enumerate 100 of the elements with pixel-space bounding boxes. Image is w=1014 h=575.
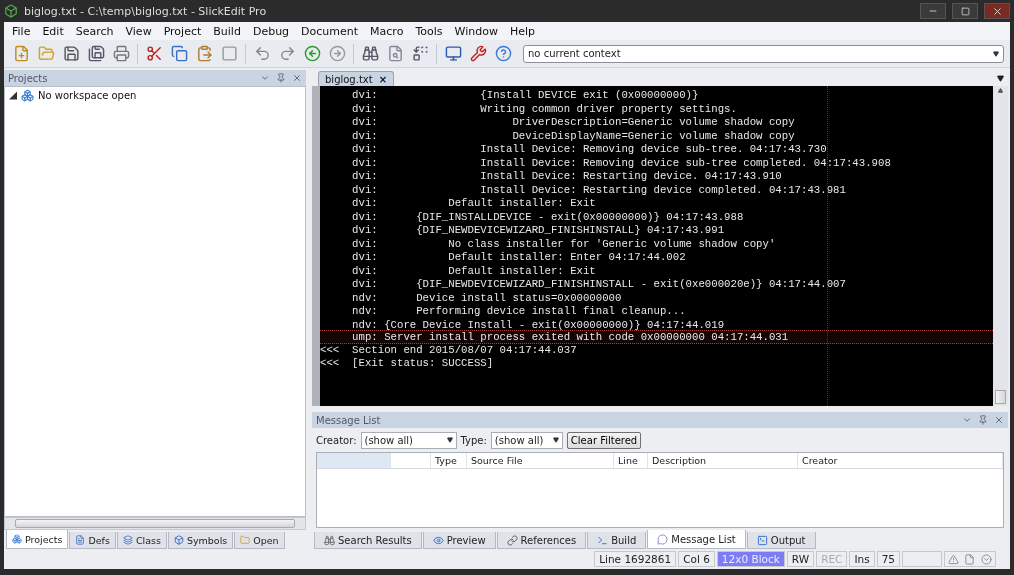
code-line: dvi: Default installer: Enter 04:17:44.002 (351, 250, 687, 264)
menu-item[interactable]: Document (295, 24, 365, 38)
dropdown-icon[interactable] (260, 73, 270, 83)
code-line: <<< Section end 2015/08/07 04:17:44.037 (320, 342, 578, 356)
panel-tab[interactable]: Class (116, 532, 167, 549)
filter-dropdown[interactable]: (show all) (360, 431, 457, 449)
caret-icon[interactable] (552, 437, 559, 443)
menu-item[interactable]: File (6, 24, 37, 38)
status-field: Ins (849, 551, 875, 567)
scroll-thumb[interactable] (995, 390, 1006, 404)
close-icon (991, 5, 1003, 17)
console-icon (756, 534, 768, 546)
find-in-files-icon (386, 45, 404, 62)
vertical-scrollbar[interactable] (993, 86, 1008, 406)
layers-icon (122, 535, 133, 545)
close-icon[interactable] (292, 73, 302, 83)
code-line: ndv: Device install status=0x00000000 (351, 290, 623, 304)
code-line: dvi: No class installer for 'Generic volume shadow copy' (351, 236, 777, 250)
tree-item[interactable]: No workspace open (38, 90, 137, 101)
menu-item[interactable]: Debug (246, 24, 296, 38)
scissors-icon (145, 45, 163, 62)
document-icon[interactable] (964, 553, 976, 565)
menu-item[interactable]: Help (503, 24, 541, 38)
binoculars-icon (361, 45, 379, 62)
code-line: ndv: Performing device install final cleanup... (351, 304, 687, 318)
eye-icon (432, 534, 444, 546)
window-title: biglog.txt - C:\temp\biglog.txt - SlickEdit Pro (24, 4, 268, 18)
menu-item[interactable]: Window (448, 24, 504, 38)
code-line: ndv: {Core Device Install - exit(0x00000000)} 04:17:44.019 (351, 317, 726, 331)
panel-tab[interactable]: Preview (422, 532, 496, 549)
panel-tab[interactable]: References (496, 532, 587, 549)
code-line: dvi: Install Device: Removing device sub-tree completed. 04:17:43.908 (351, 155, 892, 169)
status-field: 12x0 Block (716, 551, 785, 567)
panel-tab[interactable]: Defs (69, 532, 116, 549)
dropdown-icon[interactable] (981, 553, 993, 565)
redo-icon (278, 45, 296, 62)
code-line: dvi: {DIF_INSTALLDEVICE - exit(0x00000000)} 04:17:43.988 (351, 209, 745, 223)
menu-item[interactable]: Project (157, 24, 208, 38)
panel-tab[interactable]: Open (234, 532, 285, 549)
panel-tab[interactable]: Build (587, 532, 647, 549)
status-field: 75 (876, 551, 900, 567)
boxes-icon (12, 534, 22, 544)
filter-label: Creator: (316, 434, 357, 446)
maximize-button[interactable] (952, 3, 978, 19)
monitor-icon (444, 45, 462, 62)
code-line: dvi: {Install DEVICE exit (0x00000000)} (351, 88, 700, 102)
wrench-icon (469, 45, 487, 62)
code-line: dvi: {DIF_NEWDEVICEWIZARD_FINISHINSTALL - exit(0xe000020e)} 04:17:44.007 (351, 277, 847, 291)
menu-item[interactable]: Build (207, 24, 247, 38)
expand-icon[interactable] (9, 91, 17, 100)
panel-tab[interactable]: Output (746, 532, 816, 549)
pin-icon[interactable] (276, 73, 286, 83)
clear-filtered-button[interactable]: Clear Filtered (566, 431, 642, 449)
status-field (902, 551, 942, 567)
caret-icon[interactable] (446, 437, 453, 443)
panel-tab[interactable]: Projects (6, 530, 69, 549)
minimize-button[interactable] (920, 3, 946, 19)
terminal-icon (597, 534, 609, 546)
code-line: dvi: Install Device: Restarting device completed. 04:17:43.981 (351, 182, 847, 196)
help-icon (494, 45, 512, 62)
link-icon (506, 534, 518, 546)
code-line: dvi: DeviceDisplayName=Generic volume shadow copy (351, 128, 796, 142)
filter-dropdown[interactable]: (show all) (490, 431, 563, 449)
close-button[interactable] (984, 3, 1010, 19)
panel-tab[interactable]: Symbols (167, 532, 234, 549)
selection-icon (220, 45, 238, 62)
context-dropdown[interactable]: no current context (523, 44, 1004, 63)
menu-item[interactable]: Edit (36, 24, 70, 38)
folder-icon (240, 535, 251, 545)
code-line: dvi: Writing common driver property settings. (351, 101, 738, 115)
status-field: Line 1692861 (594, 551, 677, 567)
status-field: RW (786, 551, 815, 567)
cube-icon (173, 535, 184, 545)
column-header[interactable]: Type (431, 453, 467, 468)
code-line: <<< [Exit status: SUCCESS] (320, 356, 495, 370)
code-line: dvi: Install Device: Removing device sub-tree. 04:17:43.730 (351, 142, 828, 156)
menu-item[interactable]: View (119, 24, 158, 38)
app-icon (4, 4, 18, 18)
code-line: dvi: DriverDescription=Generic volume shadow copy (351, 115, 796, 129)
panel-tab[interactable]: Message List (647, 530, 746, 549)
pin-icon[interactable] (978, 415, 988, 425)
warning-icon[interactable] (947, 553, 959, 565)
copy-icon (170, 45, 188, 62)
menu-item[interactable]: Search (69, 24, 120, 38)
printer-icon (112, 45, 130, 62)
save-all-icon (87, 45, 105, 62)
panel-title: Message List (316, 414, 382, 426)
close-icon[interactable] (994, 415, 1004, 425)
menu-item[interactable]: Macro (364, 24, 410, 38)
maximize-icon (960, 6, 970, 16)
horizontal-scrollbar[interactable] (4, 517, 306, 530)
panel-tab[interactable]: Search Results (314, 532, 422, 549)
file-tab[interactable]: biglog.txt × (318, 71, 395, 86)
code-line: dvi: Default installer: Exit (351, 196, 597, 210)
scroll-up-icon[interactable] (998, 88, 1003, 93)
caret-icon[interactable] (993, 50, 999, 57)
dropdown-icon[interactable] (962, 415, 972, 425)
document-icon (75, 535, 86, 545)
tab-menu-icon[interactable] (997, 75, 1004, 82)
menu-item[interactable]: Tools (409, 24, 449, 38)
